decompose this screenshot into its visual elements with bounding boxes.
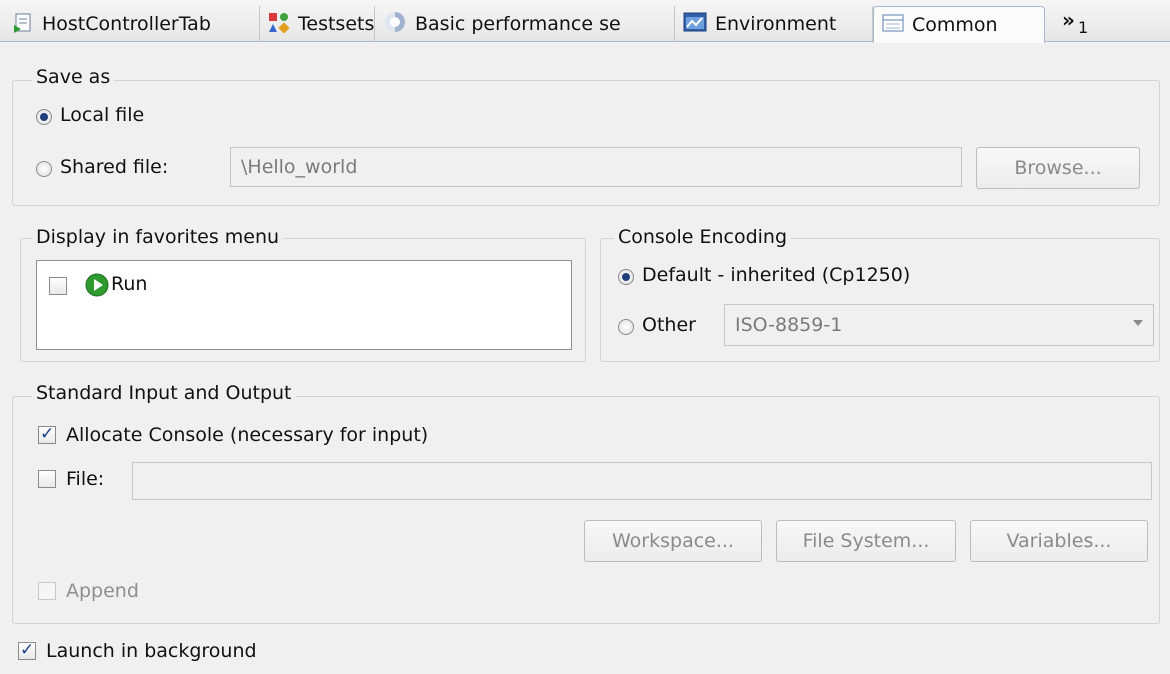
file-output-checkbox[interactable] (38, 470, 56, 488)
shared-file-radio[interactable] (36, 161, 52, 177)
tab-testsets[interactable]: Testsets (260, 6, 375, 42)
tab-label: HostControllerTab (42, 13, 211, 35)
allocate-console-label[interactable]: Allocate Console (necessary for input) (66, 424, 428, 446)
shared-file-label[interactable]: Shared file: (60, 156, 168, 178)
console-encoding-title: Console Encoding (614, 226, 792, 248)
default-encoding-label[interactable]: Default - inherited (Cp1250) (642, 264, 910, 286)
file-output-input[interactable] (132, 462, 1152, 500)
performance-icon (383, 10, 407, 39)
default-encoding-radio[interactable] (618, 269, 634, 285)
allocate-console-checkbox[interactable] (38, 424, 56, 444)
common-icon (882, 13, 904, 38)
chevron-down-icon (1133, 320, 1143, 326)
shared-file-input[interactable]: \Hello_world (230, 147, 962, 187)
append-checkbox[interactable] (38, 582, 56, 600)
favorites-run-label: Run (111, 273, 148, 295)
other-encoding-label[interactable]: Other (642, 314, 696, 336)
file-system-button[interactable]: File System... (776, 520, 956, 562)
other-encoding-radio[interactable] (618, 319, 634, 335)
testsets-icon (268, 11, 290, 38)
tab-overflow-chevron-icon[interactable]: » (1062, 8, 1075, 32)
encoding-select[interactable]: ISO-8859-1 (724, 304, 1154, 346)
environment-icon (683, 12, 707, 37)
launch-background-checkbox[interactable] (18, 640, 36, 660)
tab-host-controller[interactable]: HostControllerTab (6, 6, 260, 42)
tab-basic-performance[interactable]: Basic performance se (375, 6, 675, 42)
file-output-label[interactable]: File: (66, 468, 104, 490)
tab-label: Environment (715, 13, 837, 35)
host-controller-icon (14, 11, 34, 38)
workspace-button[interactable]: Workspace... (584, 520, 762, 562)
launch-background-label[interactable]: Launch in background (46, 640, 257, 662)
append-label[interactable]: Append (66, 580, 139, 602)
save-as-title: Save as (32, 66, 115, 88)
favorites-run-checkbox[interactable] (49, 277, 67, 295)
tab-overflow-count: 1 (1078, 18, 1089, 37)
tab-label: Common (912, 14, 998, 36)
tab-label: Basic performance se (415, 13, 621, 35)
run-icon (85, 273, 109, 302)
local-file-radio[interactable] (36, 109, 52, 125)
favorites-title: Display in favorites menu (32, 226, 284, 248)
variables-button[interactable]: Variables... (970, 520, 1148, 562)
tab-common[interactable]: Common (873, 6, 1045, 43)
std-io-title: Standard Input and Output (32, 382, 296, 404)
favorites-list[interactable]: Run (36, 260, 572, 350)
tab-environment[interactable]: Environment (675, 6, 873, 42)
local-file-label[interactable]: Local file (60, 104, 144, 126)
tab-label: Testsets (298, 13, 375, 35)
tab-bar: HostControllerTab Testsets Basic perform… (0, 0, 1170, 43)
browse-button[interactable]: Browse... (976, 147, 1140, 189)
encoding-select-value: ISO-8859-1 (735, 314, 843, 336)
